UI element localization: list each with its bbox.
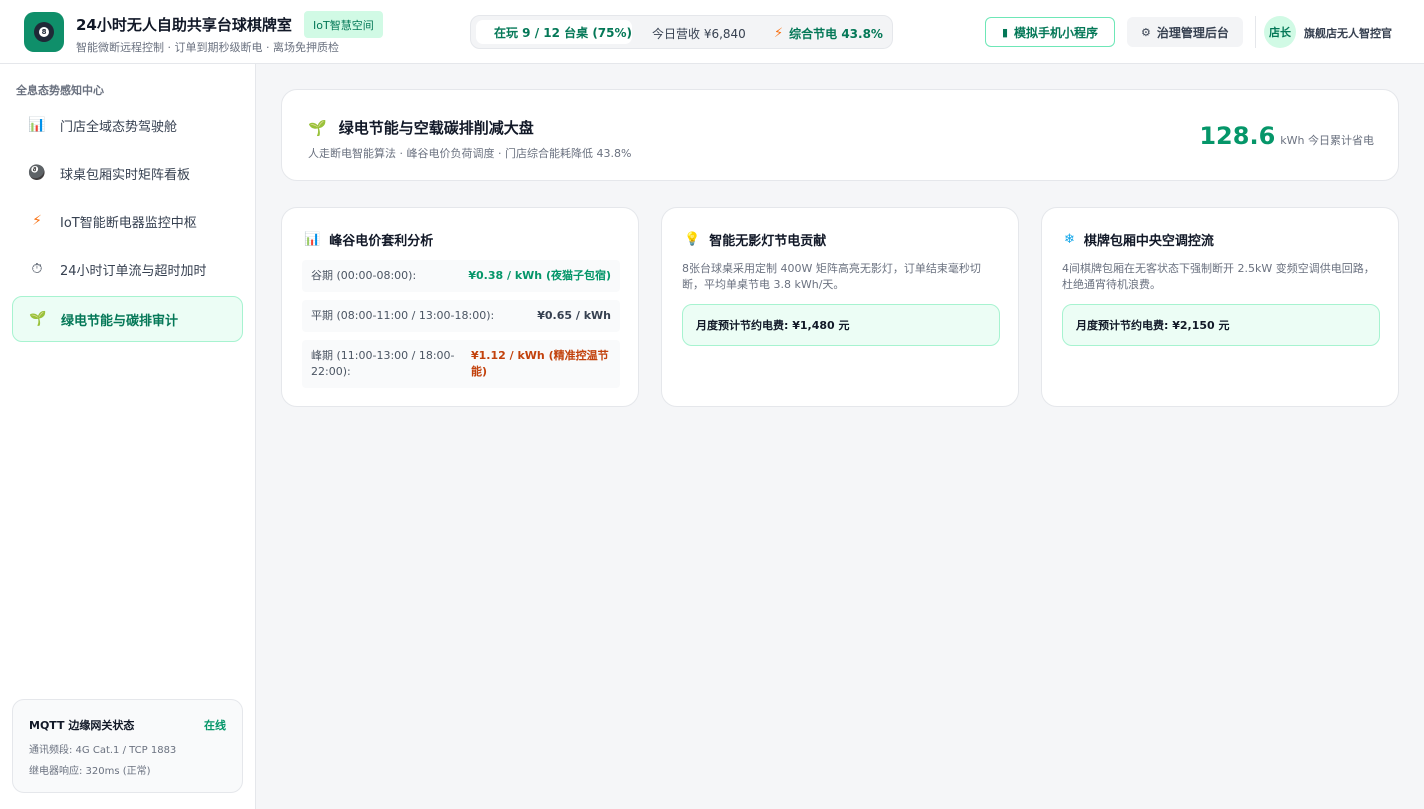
card-title: 📊 峰谷电价套利分析 [304,230,433,249]
app-title: 24小时无人自助共享台球棋牌室 [76,16,292,34]
top-header: 8 24小时无人自助共享台球棋牌室 IoT智慧空间 智能微断远程控制 · 订单到… [0,0,1424,64]
tariff-value: ¥0.38 / kWh (夜猫子包宿) [468,269,611,282]
sidebar-item-label: IoT智能断电器监控中枢 [60,215,197,231]
mini-program-button[interactable]: ▮ 模拟手机小程序 [985,17,1115,47]
sidebar-item-iot-breaker[interactable]: ⚡ IoT智能断电器监控中枢 [12,198,243,244]
phone-icon: ▮ [1001,25,1009,39]
lighting-card: 💡 智能无影灯节电贡献 8张台球桌采用定制 400W 矩阵高亮无影灯，订单结束毫… [661,207,1019,407]
card-title-text: 峰谷电价套利分析 [329,234,434,249]
billiard-ball-icon: 🎱 [28,165,46,181]
card-title: ❄ 棋牌包厢中央空调控流 [1064,230,1214,249]
tariff-label: 峰期 (11:00-13:00 / 18:00-22:00): [311,349,455,378]
iot-badge: IoT智慧空间 [304,11,383,38]
sidebar-item-label: 门店全域态势驾驶舱 [60,119,178,135]
sidebar-item-order-flow[interactable]: ⏱ 24小时订单流与超时加时 [12,246,243,292]
billiard-ball-icon: 8 [34,22,54,42]
tariff-value: ¥0.65 / kWh [537,309,611,322]
header-divider [1255,16,1256,48]
card-description: 4间棋牌包厢在无客状态下强制断开 2.5kW 变频空调供电回路，杜绝通宵待机浪费… [1062,262,1375,291]
app-subtitle: 智能微断远程控制 · 订单到期秒级断电 · 离场免押质检 [76,41,339,54]
admin-console-button[interactable]: ⚙ 治理管理后台 [1127,17,1243,47]
energy-saved-unit: kWh 今日累计省电 [1280,134,1374,147]
tariff-label: 平期 (08:00-11:00 / 13:00-18:00): [311,309,495,322]
energy-saved-value: 128.6 [1199,122,1276,150]
tariff-row-peak: 峰期 (11:00-13:00 / 18:00-22:00): ¥1.12 / … [302,340,620,388]
energy-status-label: 综合节电 43.8% [789,27,883,41]
bar-chart-icon: 📊 [28,117,46,133]
gateway-online-badge: 在线 [204,719,226,732]
stopwatch-icon: ⏱ [31,261,43,277]
user-name[interactable]: 旗舰店无人智控官 [1304,25,1392,41]
sidebar-item-label: 球桌包厢实时矩阵看板 [60,167,191,183]
sidebar-item-dashboard[interactable]: 📊 门店全域态势驾驶舱 [12,102,243,148]
playing-status[interactable]: 在玩 9 / 12 台桌 (75%) [476,20,632,44]
sidebar-item-label: 24小时订单流与超时加时 [60,263,207,279]
page-subtitle: 人走断电智能算法 · 峰谷电价负荷调度 · 门店综合能耗降低 43.8% [308,147,632,160]
sidebar-item-energy-audit[interactable]: 🌱 绿电节能与碳排审计 [12,296,243,342]
tariff-card: 📊 峰谷电价套利分析 谷期 (00:00-08:00): ¥0.38 / kWh… [281,207,639,407]
mini-program-button-label: 模拟手机小程序 [1014,25,1099,40]
avatar[interactable]: 店长 [1264,16,1296,48]
monthly-saving: 月度预计节约电费: ¥1,480 元 [682,304,1000,346]
card-title-text: 智能无影灯节电贡献 [709,234,827,249]
gear-icon: ⚙ [1141,25,1151,39]
light-bulb-icon: 💡 [684,232,701,247]
energy-status: ⚡ 综合节电 43.8% [774,25,883,42]
card-title-text: 棋牌包厢中央空调控流 [1083,234,1214,249]
lightning-icon: ⚡ [32,213,42,229]
energy-saved-metric: 128.6 kWh 今日累计省电 [1199,122,1374,150]
seedling-icon: 🌱 [29,311,47,327]
sidebar-item-label: 绿电节能与碳排审计 [61,313,179,329]
sidebar: 全息态势感知中心 📊 门店全域态势驾驶舱 🎱 球桌包厢实时矩阵看板 ⚡ IoT智… [0,64,256,809]
aircon-card: ❄ 棋牌包厢中央空调控流 4间棋牌包厢在无客状态下强制断开 2.5kW 变频空调… [1041,207,1399,407]
bar-chart-icon: 📊 [304,232,321,247]
snowflake-icon: ❄ [1064,232,1075,247]
energy-banner: 🌱 绿电节能与空载碳排削减大盘 人走断电智能算法 · 峰谷电价负荷调度 · 门店… [281,89,1399,181]
sidebar-item-table-matrix[interactable]: 🎱 球桌包厢实时矩阵看板 [12,150,243,196]
sidebar-heading: 全息态势感知中心 [16,84,104,97]
tariff-label: 谷期 (00:00-08:00): [311,269,417,282]
status-summary: 在玩 9 / 12 台桌 (75%) 今日营收 ¥6,840 ⚡ 综合节电 43… [470,15,893,49]
revenue-status: 今日营收 ¥6,840 [652,27,746,41]
card-description: 8张台球桌采用定制 400W 矩阵高亮无影灯，订单结束毫秒切断，平均单桌节电 3… [682,262,981,291]
gateway-status-card: MQTT 边缘网关状态 在线 通讯频段: 4G Cat.1 / TCP 1883… [12,699,243,793]
lightning-icon: ⚡ [774,26,784,41]
page-title: 🌱 绿电节能与空载碳排削减大盘 [308,117,534,138]
tariff-value: ¥1.12 / kWh (精准控温节能) [471,349,609,378]
tariff-row-valley: 谷期 (00:00-08:00): ¥0.38 / kWh (夜猫子包宿) [302,260,620,292]
tariff-row-flat: 平期 (08:00-11:00 / 13:00-18:00): ¥0.65 / … [302,300,620,332]
playing-status-label: 在玩 9 / 12 台桌 (75%) [494,25,633,40]
gateway-protocol: 通讯频段: 4G Cat.1 / TCP 1883 [29,745,177,756]
page-title-text: 绿电节能与空载碳排削减大盘 [338,119,534,137]
gateway-title: MQTT 边缘网关状态 [29,719,135,732]
app-logo: 8 [24,12,64,52]
monthly-saving: 月度预计节约电费: ¥2,150 元 [1062,304,1380,346]
seedling-icon: 🌱 [308,118,327,137]
card-title: 💡 智能无影灯节电贡献 [684,230,826,249]
admin-console-button-label: 治理管理后台 [1156,25,1229,40]
gateway-relay-latency: 继电器响应: 320ms (正常) [29,766,151,777]
